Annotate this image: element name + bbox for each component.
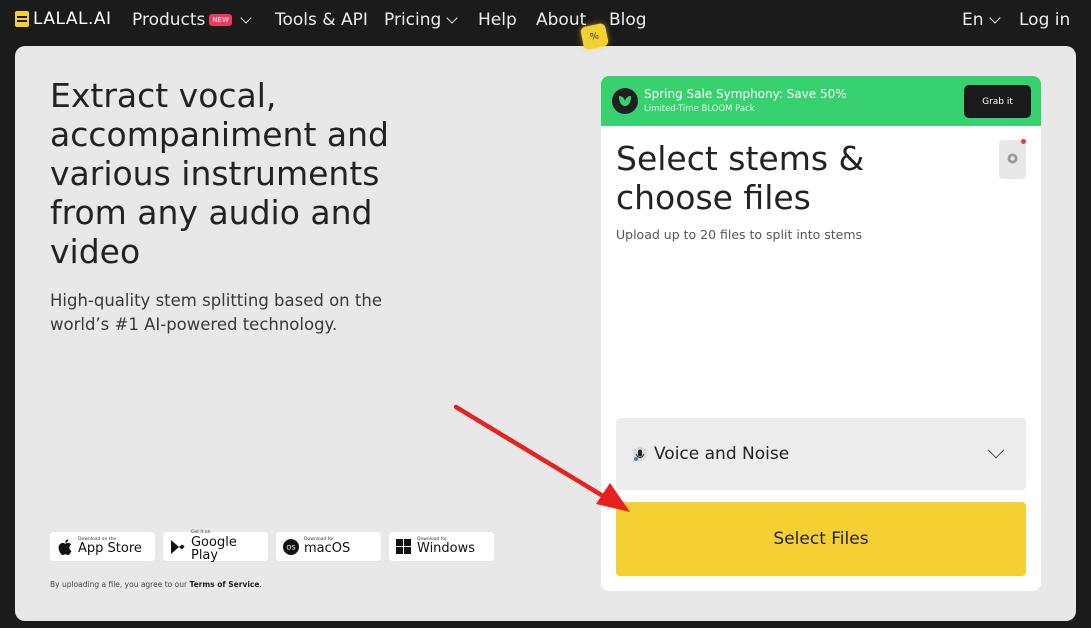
windows-button[interactable]: Download for Windows xyxy=(389,532,494,561)
store-name: macOS xyxy=(304,541,351,557)
select-files-button[interactable]: Select Files xyxy=(616,502,1026,576)
nav-products[interactable]: Products NEW xyxy=(132,10,252,30)
promo-banner: Spring Sale Symphony: Save 50% Limited-T… xyxy=(601,76,1041,126)
language-label: En xyxy=(962,10,984,30)
terms-suffix: . xyxy=(259,580,262,589)
windows-icon xyxy=(395,538,412,555)
chevron-down-icon xyxy=(987,441,1005,459)
store-name: App Store xyxy=(78,541,142,557)
nav-pricing-label: Pricing xyxy=(384,10,442,30)
login-label: Log in xyxy=(1019,10,1071,30)
google-play-icon xyxy=(169,538,186,555)
hero-title: Extract vocal, accompaniment and various… xyxy=(50,76,389,271)
promo-subtitle: Limited-Time BLOOM Pack xyxy=(644,104,755,114)
gear-icon xyxy=(1006,150,1019,169)
nav-about[interactable]: About xyxy=(536,10,586,30)
top-navigation: LALAL.AI Products NEW Tools & API Pricin… xyxy=(0,0,1091,42)
store-name: Windows xyxy=(417,541,476,557)
nav-tools-label: Tools & API xyxy=(275,10,368,30)
chevron-down-icon xyxy=(446,12,458,24)
store-name: Google Play xyxy=(190,534,237,563)
leaf-icon xyxy=(612,88,638,114)
promo-title: Spring Sale Symphony: Save 50% xyxy=(644,87,847,101)
new-badge: NEW xyxy=(209,14,232,26)
stem-selector[interactable]: Voice and Noise xyxy=(616,418,1026,490)
main-card: Extract vocal, accompaniment and various… xyxy=(15,46,1076,621)
logo[interactable]: LALAL.AI xyxy=(15,9,112,29)
login-link[interactable]: Log in xyxy=(1019,10,1070,30)
chevron-down-icon xyxy=(240,12,252,24)
terms-notice: By uploading a file, you agree to our Te… xyxy=(50,580,262,589)
logo-text: LALAL.AI xyxy=(33,9,112,29)
nav-products-label: Products xyxy=(132,10,206,30)
store-links: Download on the App Store Get it on Goog… xyxy=(50,531,494,563)
chevron-down-icon xyxy=(988,12,1001,24)
nav-blog[interactable]: Blog xyxy=(609,10,647,30)
nav-tools-api[interactable]: Tools & API xyxy=(275,10,368,30)
panel-title: Select stems & choose files xyxy=(616,139,865,217)
macos-icon: OS xyxy=(282,538,299,555)
terms-prefix: By uploading a file, you agree to our xyxy=(50,580,190,589)
panel-subtitle: Upload up to 20 files to split into stem… xyxy=(616,227,863,242)
upload-panel: Spring Sale Symphony: Save 50% Limited-T… xyxy=(601,76,1041,591)
google-play-button[interactable]: Get it on Google Play xyxy=(163,531,268,563)
nav-about-label: About xyxy=(536,10,587,30)
nav-help[interactable]: Help xyxy=(478,10,517,30)
language-selector[interactable]: En xyxy=(962,10,1001,30)
apple-icon xyxy=(56,538,73,555)
grab-it-button[interactable]: Grab it xyxy=(964,85,1031,118)
nav-help-label: Help xyxy=(478,10,517,30)
microphone-icon xyxy=(632,446,648,462)
nav-blog-label: Blog xyxy=(609,10,647,30)
nav-pricing[interactable]: Pricing xyxy=(384,10,458,30)
svg-text:OS: OS xyxy=(286,543,295,551)
logo-icon xyxy=(15,11,29,27)
notification-dot xyxy=(1021,139,1026,144)
settings-button[interactable] xyxy=(999,139,1026,179)
stem-selector-label: Voice and Noise xyxy=(654,444,790,464)
hero-subtitle: High-quality stem splitting based on the… xyxy=(50,291,382,334)
app-store-button[interactable]: Download on the App Store xyxy=(50,532,155,561)
terms-of-service-link[interactable]: Terms of Service xyxy=(189,580,259,589)
macos-button[interactable]: OS Download for macOS xyxy=(276,532,381,561)
